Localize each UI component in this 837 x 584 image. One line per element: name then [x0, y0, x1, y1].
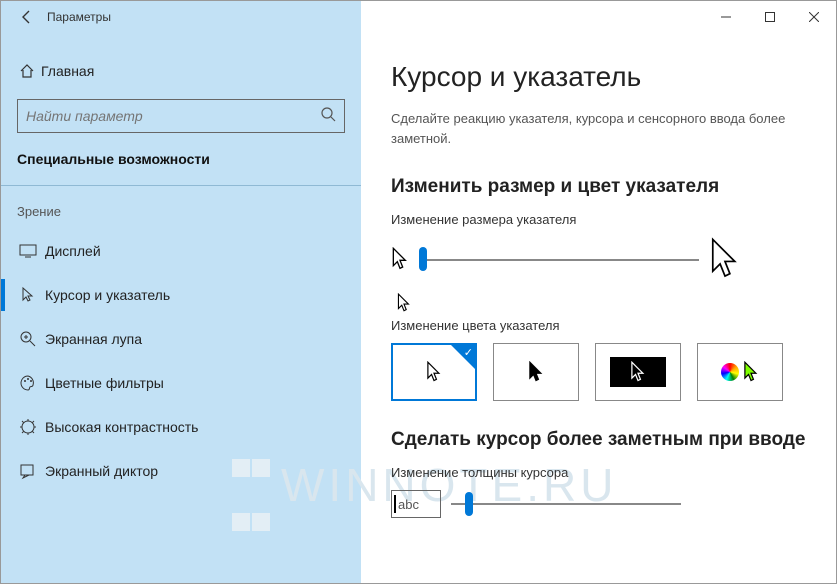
sidebar-item-cursor[interactable]: Курсор и указатель [1, 273, 361, 317]
group-label: Зрение [1, 200, 361, 229]
narrator-icon [19, 462, 45, 480]
pointer-color-options: ✓ [391, 343, 806, 401]
page-description: Сделайте реакцию указателя, курсора и се… [391, 109, 806, 148]
back-button[interactable] [13, 9, 41, 25]
sidebar-item-label: Дисплей [45, 243, 101, 259]
search-icon [320, 106, 336, 127]
display-icon [19, 242, 45, 260]
sidebar-item-label: Курсор и указатель [45, 287, 170, 303]
sidebar-item-magnifier[interactable]: Экранная лупа [1, 317, 361, 361]
large-cursor-icon [709, 237, 741, 281]
cursor-thickness-heading: Сделать курсор более заметным при вводе [391, 429, 806, 451]
palette-icon [19, 374, 45, 392]
cursor-thickness-label: Изменение толщины курсора [391, 465, 806, 480]
titlebar-left: Параметры [1, 1, 361, 33]
sidebar-item-label: Экранный диктор [45, 463, 158, 479]
slider-handle[interactable] [419, 247, 427, 271]
sidebar-item-high-contrast[interactable]: Высокая контрастность [1, 405, 361, 449]
maximize-button[interactable] [748, 1, 792, 33]
overlay-cursor-icon [397, 293, 806, 318]
contrast-icon [19, 418, 45, 436]
search-input[interactable] [26, 108, 320, 124]
window-title: Параметры [47, 10, 111, 24]
cursor-thickness-slider[interactable] [451, 492, 681, 516]
home-button[interactable]: Главная [1, 51, 361, 91]
pointer-size-row [391, 237, 806, 281]
pointer-color-black[interactable] [493, 343, 579, 401]
text-caret-icon [394, 495, 396, 513]
sidebar-item-narrator[interactable]: Экранный диктор [1, 449, 361, 493]
cursor-icon [19, 286, 45, 304]
close-button[interactable] [792, 1, 836, 33]
pointer-size-label: Изменение размера указателя [391, 212, 806, 227]
home-icon [19, 63, 41, 79]
section-heading: Специальные возможности [1, 147, 361, 185]
color-wheel-icon [721, 363, 739, 381]
window-controls [361, 1, 836, 33]
pointer-color-white[interactable]: ✓ [391, 343, 477, 401]
sidebar-item-label: Экранная лупа [45, 331, 142, 347]
size-color-heading: Изменить размер и цвет указателя [391, 176, 806, 198]
pointer-color-custom[interactable] [697, 343, 783, 401]
sidebar-item-label: Высокая контрастность [45, 419, 198, 435]
divider [1, 185, 361, 186]
pointer-size-slider[interactable] [419, 247, 699, 271]
content: Курсор и указатель Сделайте реакцию указ… [361, 33, 836, 583]
home-label: Главная [41, 63, 94, 79]
magnifier-icon [19, 330, 45, 348]
minimize-button[interactable] [704, 1, 748, 33]
search-box[interactable] [17, 99, 345, 133]
main: Главная Специальные возможности Зрение Д… [1, 33, 836, 583]
sidebar-item-color-filters[interactable]: Цветные фильтры [1, 361, 361, 405]
cursor-thickness-row: abc [391, 490, 806, 518]
sidebar: Главная Специальные возможности Зрение Д… [1, 33, 361, 583]
sidebar-item-label: Цветные фильтры [45, 375, 164, 391]
pointer-color-label: Изменение цвета указателя [391, 318, 806, 333]
sidebar-item-display[interactable]: Дисплей [1, 229, 361, 273]
pointer-color-inverted[interactable] [595, 343, 681, 401]
small-cursor-icon [391, 247, 409, 271]
cursor-thickness-preview-text: abc [398, 497, 419, 512]
page-title: Курсор и указатель [391, 61, 806, 93]
slider-handle[interactable] [465, 492, 473, 516]
titlebar: Параметры [1, 1, 836, 33]
cursor-thickness-preview: abc [391, 490, 441, 518]
